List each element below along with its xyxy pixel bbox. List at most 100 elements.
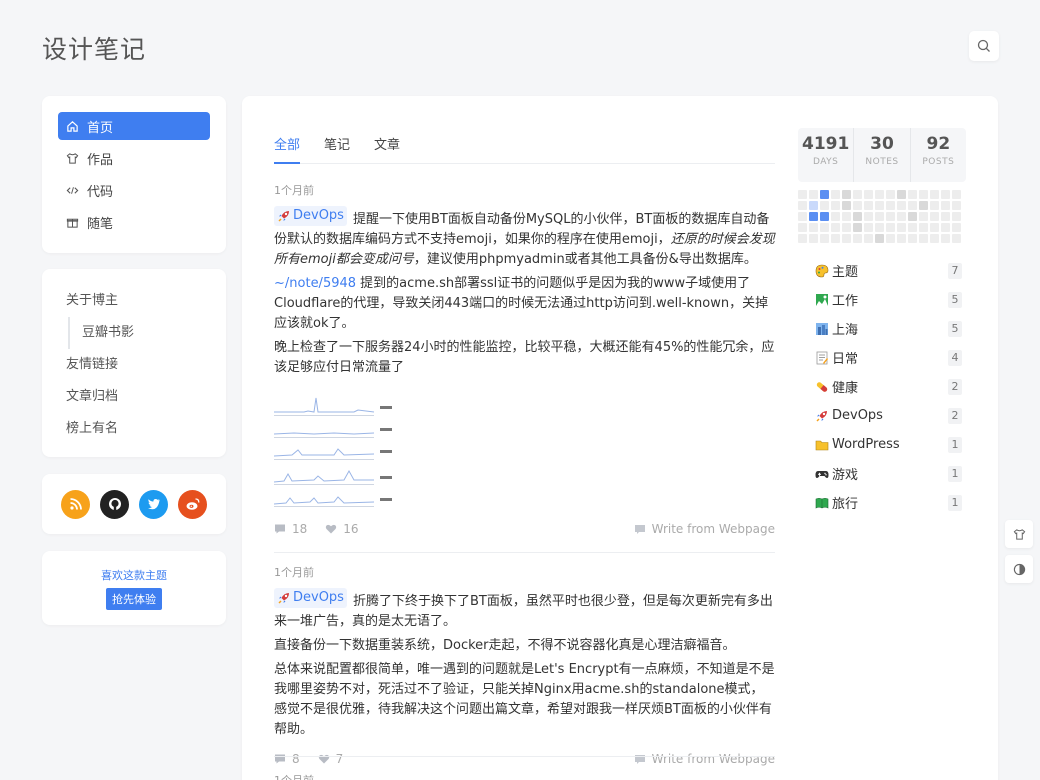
gift-icon [66, 218, 79, 228]
post-text: 折腾了下终于换下了BT面板，虽然平时也很少登，但是每次更新完有多出来一堆广告，真… [274, 594, 773, 629]
category-item[interactable]: 旅行 1 [814, 488, 962, 517]
promo-text[interactable]: 喜欢这款主题 [42, 567, 226, 583]
link-about[interactable]: 关于博主 [66, 285, 202, 317]
link-friends[interactable]: 友情链接 [66, 349, 202, 381]
category-item[interactable]: 日常 4 [814, 343, 962, 372]
heart-icon [326, 524, 337, 534]
category-name: 上海 [832, 323, 859, 338]
stat-posts: 92 POSTS [911, 128, 966, 182]
stat-value: 92 [926, 134, 951, 154]
home-icon [67, 120, 78, 132]
category-item[interactable]: 上海 5 [814, 314, 962, 343]
category-name: 工作 [832, 294, 859, 309]
stat-days: 4191 DAYS [798, 128, 855, 182]
post-item: 1个月前 DevOps 提醒一下使用BT面板自动备份MySQL的小伙伴，BT面板… [274, 182, 775, 536]
weibo-icon [186, 498, 199, 510]
shirt-icon [1013, 528, 1025, 540]
search-button[interactable] [969, 31, 999, 61]
link-archive[interactable]: 文章归档 [66, 381, 202, 413]
nav-item-works[interactable]: 作品 [58, 144, 210, 172]
post-tag-label: DevOps [293, 208, 344, 223]
promo-button[interactable]: 抢先体验 [106, 588, 162, 610]
tab-all[interactable]: 全部 [274, 136, 301, 164]
rss-icon [69, 498, 82, 510]
main-content: 全部 笔记 文章 1个月前 DevOps 提醒一下使用BT面板自动备份MySQL… [242, 96, 998, 780]
post-divider [274, 756, 775, 757]
rocket-icon [278, 593, 289, 604]
category-count: 2 [948, 378, 962, 395]
nav-item-label: 代码 [87, 184, 114, 200]
pill-icon [814, 379, 830, 395]
category-count: 1 [948, 436, 962, 453]
category-count: 4 [948, 349, 962, 366]
category-item[interactable]: 健康 2 [814, 372, 962, 401]
post-tag[interactable]: DevOps [274, 206, 347, 226]
post-tag[interactable]: DevOps [274, 588, 347, 608]
comment-count-value: 8 [292, 752, 300, 766]
link-ranking[interactable]: 榜上有名 [66, 413, 202, 445]
category-name: WordPress [832, 437, 900, 452]
nav-item-essays[interactable]: 随笔 [58, 208, 210, 236]
category-item[interactable]: DevOps 2 [814, 401, 962, 430]
like-count-value: 7 [335, 752, 344, 766]
nav-item-code[interactable]: 代码 [58, 176, 210, 204]
server-monitor-image[interactable] [274, 394, 402, 508]
nav-item-label: 首页 [87, 120, 114, 136]
category-item[interactable]: 工作 5 [814, 285, 962, 314]
page-links: 关于博主 豆瓣书影 友情链接 文章归档 榜上有名 [42, 269, 226, 457]
site-title[interactable]: 设计笔记 [42, 30, 146, 66]
post-text: ，建议使用phpmyadmin或者其他工具备份&导出数据库。 [413, 252, 757, 267]
category-name: 日常 [832, 352, 859, 367]
like-count[interactable]: 16 [325, 522, 359, 536]
github-button[interactable] [100, 489, 129, 519]
post-time: 1个月前 [274, 772, 314, 780]
category-count: 7 [948, 262, 962, 279]
contrast-icon [1013, 563, 1025, 575]
link-douban[interactable]: 豆瓣书影 [68, 317, 202, 349]
shirt-icon [66, 152, 79, 164]
post-paragraph: DevOps 折腾了下终于换下了BT面板，虽然平时也很少登，但是每次更新完有多出… [274, 588, 775, 632]
theme-tool-button[interactable] [1005, 520, 1033, 548]
comment-count[interactable]: 8 [274, 752, 300, 766]
category-name: 旅行 [832, 497, 859, 512]
category-item[interactable]: WordPress 1 [814, 430, 962, 459]
like-count[interactable]: 7 [318, 752, 344, 766]
post-source: Write from Webpage [634, 522, 775, 536]
rocket-icon [278, 211, 289, 222]
category-item[interactable]: 游戏 1 [814, 459, 962, 488]
comment-icon [275, 524, 285, 534]
nav-item-home[interactable]: 首页 [58, 112, 210, 140]
post-paragraph: 直接备份一下数据重装系统，Docker走起，不得不说容器化真是心理洁癖福音。 [274, 638, 736, 653]
twitter-button[interactable] [139, 489, 168, 519]
note-link[interactable]: ~/note/5948 [274, 276, 356, 291]
stat-notes: 30 NOTES [854, 128, 911, 182]
github-icon [108, 498, 121, 510]
post-time: 1个月前 [274, 566, 314, 579]
category-name: DevOps [832, 408, 883, 423]
blog-stats: 4191 DAYS 30 NOTES 92 POSTS [798, 128, 966, 182]
comment-icon [275, 754, 285, 764]
comment-count[interactable]: 18 [274, 522, 307, 536]
memo-icon [814, 350, 830, 366]
category-item[interactable]: 主题 7 [814, 256, 962, 285]
stat-value: 4191 [802, 134, 850, 154]
post-meta: 18 16 Write from Webpage [274, 522, 775, 536]
category-name: 健康 [832, 381, 859, 396]
comment-count-value: 18 [292, 522, 308, 536]
weibo-button[interactable] [178, 489, 207, 519]
city-icon [814, 321, 830, 337]
category-name: 游戏 [832, 468, 859, 483]
main-nav: 首页 作品 代码 随笔 [42, 96, 226, 253]
like-count-value: 16 [343, 522, 359, 536]
post-paragraph: 总体来说配置都很简单，唯一遇到的问题就是Let's Encrypt有一点麻烦，不… [274, 662, 775, 737]
heart-icon [318, 754, 329, 764]
tab-articles[interactable]: 文章 [374, 136, 400, 164]
category-count: 1 [948, 494, 962, 511]
rss-button[interactable] [61, 489, 90, 519]
message-icon [634, 525, 645, 534]
dark-mode-button[interactable] [1005, 555, 1033, 583]
book-icon [814, 495, 830, 511]
tab-notes[interactable]: 笔记 [324, 136, 350, 164]
search-icon [977, 39, 990, 52]
post-paragraph: DevOps 提醒一下使用BT面板自动备份MySQL的小伙伴，BT面板的数据库自… [274, 206, 775, 270]
